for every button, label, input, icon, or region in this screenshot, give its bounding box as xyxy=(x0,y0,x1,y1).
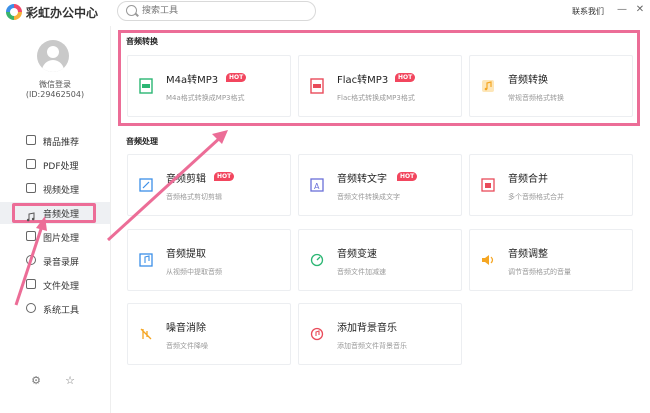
annotation-arrow xyxy=(14,225,44,306)
annotation-arrowhead xyxy=(36,216,47,231)
annotation-arrows xyxy=(14,130,228,306)
annotation-arrow xyxy=(106,134,224,242)
